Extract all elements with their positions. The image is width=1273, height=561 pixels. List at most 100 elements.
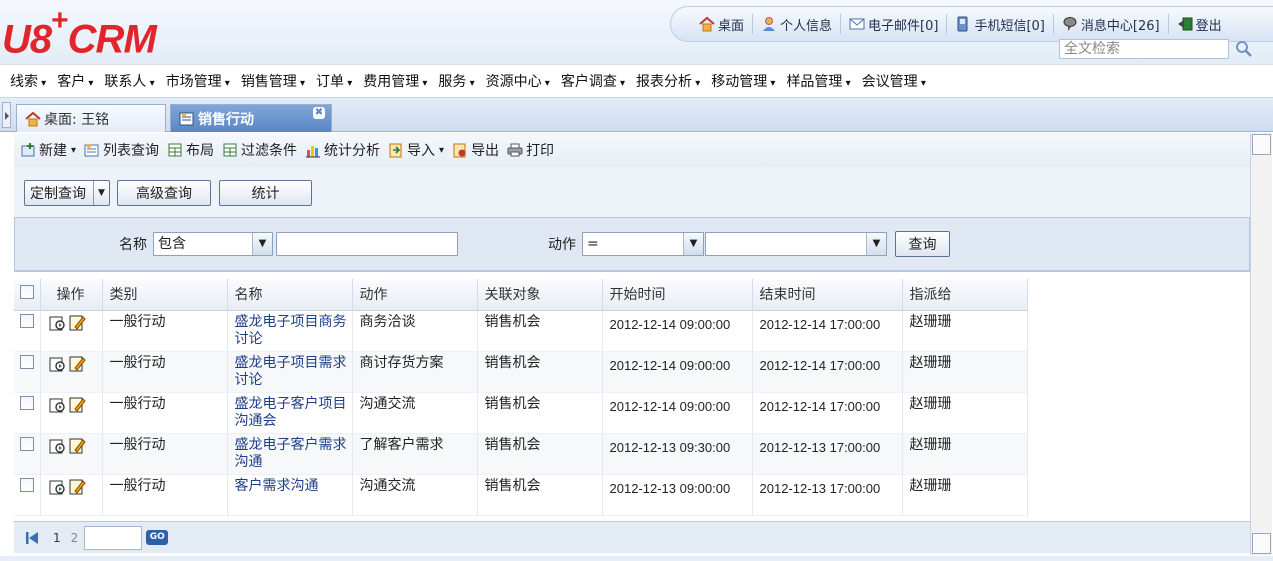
column-header-action[interactable]: 动作 <box>352 279 478 311</box>
custom-query-button[interactable]: 定制查询 ▼ <box>24 180 110 206</box>
table-row[interactable]: 一般行动 盛龙电子项目需求讨论 商讨存货方案 销售机会 2012-12-14 09:00… <box>14 351 1028 393</box>
cell-end-time: 2012-12-13 17:00:00 <box>752 474 903 516</box>
cell-end-time: 2012-12-13 17:00:00 <box>752 433 903 475</box>
row-checkbox[interactable] <box>20 313 34 328</box>
table-row[interactable]: 一般行动 盛龙电子项目商务讨论 商务洽谈 销售机会 2012-12-14 09:00:0… <box>14 310 1028 352</box>
column-header-start-time[interactable]: 开始时间 <box>602 279 753 311</box>
column-header-type[interactable]: 类别 <box>102 279 228 311</box>
tab-sales-actions[interactable]: 销售行动 ✖ <box>170 104 332 132</box>
export-icon <box>452 142 468 158</box>
action-operator-select[interactable]: = ▼ <box>582 232 704 256</box>
row-checkbox[interactable] <box>20 436 34 451</box>
view-icon[interactable] <box>49 355 66 373</box>
page-1-link[interactable]: 1 <box>53 531 61 545</box>
top-nav-email[interactable]: 电子邮件[0] <box>841 14 948 34</box>
search-icon[interactable] <box>1235 40 1253 58</box>
fulltext-search-input[interactable]: 全文检索 <box>1059 39 1229 59</box>
row-checkbox[interactable] <box>20 395 34 410</box>
cell-name[interactable]: 盛龙电子项目需求讨论 <box>227 351 353 393</box>
scroll-down-button[interactable] <box>1252 533 1271 554</box>
column-header-assignee[interactable]: 指派给 <box>902 279 1028 311</box>
top-nav-logout[interactable]: 登出 <box>1169 14 1230 34</box>
table-header-row: 操作 类别 名称 动作 关联对象 开始时间 结束时间 指派给 <box>14 279 1028 311</box>
menu-orders[interactable]: 订单 <box>316 71 352 91</box>
table-row[interactable]: 一般行动 客户需求沟通 沟通交流 销售机会 2012-12-13 09:00:00 201… <box>14 474 1028 516</box>
menu-contacts[interactable]: 联系人 <box>104 71 154 91</box>
pager: 1 2 GO <box>14 521 1250 553</box>
row-checkbox[interactable] <box>20 354 34 369</box>
menu-surveys[interactable]: 客户调查 <box>561 71 625 91</box>
home-icon <box>25 111 41 127</box>
cell-name[interactable]: 客户需求沟通 <box>227 474 353 516</box>
list-query-button[interactable]: 列表查询 <box>84 140 159 160</box>
layout-icon <box>167 142 183 158</box>
view-icon[interactable] <box>49 478 66 496</box>
query-button[interactable]: 查询 <box>895 231 950 257</box>
name-operator-select[interactable]: 包含 ▼ <box>153 232 273 256</box>
view-icon[interactable] <box>49 437 66 455</box>
menu-service[interactable]: 服务 <box>438 71 474 91</box>
top-nav-profile[interactable]: 个人信息 <box>753 14 842 34</box>
menu-sales[interactable]: 销售管理 <box>241 71 305 91</box>
edit-icon[interactable] <box>69 314 86 332</box>
column-header-name[interactable]: 名称 <box>227 279 353 311</box>
filter-conditions-button[interactable]: 过滤条件 <box>222 140 297 160</box>
statistics-query-button[interactable]: 统计 <box>219 180 312 206</box>
column-header-operation[interactable]: 操作 <box>40 279 103 311</box>
name-value-input[interactable] <box>276 232 458 256</box>
close-icon[interactable]: ✖ <box>313 107 325 119</box>
sales-action-icon <box>179 111 195 127</box>
top-nav-desktop[interactable]: 桌面 <box>691 14 754 34</box>
advanced-query-button[interactable]: 高级查询 <box>117 180 211 206</box>
view-icon[interactable] <box>49 396 66 414</box>
cell-start-time: 2012-12-14 09:00:00 <box>602 351 753 393</box>
menu-leads[interactable]: 线索 <box>10 71 46 91</box>
page-number-input[interactable] <box>84 525 143 550</box>
menu-mobile[interactable]: 移动管理 <box>711 71 775 91</box>
select-all-checkbox[interactable] <box>20 285 34 300</box>
tab-strip: 桌面: 王铭 销售行动 ✖ <box>0 98 1273 132</box>
edit-icon[interactable] <box>69 437 86 455</box>
top-nav-sms[interactable]: 手机短信[0] <box>947 14 1054 34</box>
layout-button[interactable]: 布局 <box>167 140 214 160</box>
cell-end-time: 2012-12-14 17:00:00 <box>752 310 903 352</box>
table-row[interactable]: 一般行动 盛龙电子客户需求沟通 了解客户需求 销售机会 2012-12-13 09:30… <box>14 433 1028 475</box>
chevron-down-icon[interactable]: ▼ <box>93 181 109 205</box>
cell-name[interactable]: 盛龙电子项目商务讨论 <box>227 310 353 352</box>
menu-meetings[interactable]: 会议管理 <box>862 71 926 91</box>
statistics-button[interactable]: 统计分析 <box>305 140 380 160</box>
menu-resources[interactable]: 资源中心 <box>486 71 550 91</box>
page-2-link[interactable]: 2 <box>71 531 79 545</box>
edit-icon[interactable] <box>69 355 86 373</box>
top-nav-message-center[interactable]: 消息中心[26] <box>1054 14 1169 34</box>
column-header-related[interactable]: 关联对象 <box>477 279 603 311</box>
chevron-down-icon: ▼ <box>252 233 272 255</box>
menu-customers[interactable]: 客户 <box>57 71 93 91</box>
print-button[interactable]: 打印 <box>507 140 554 160</box>
cell-name[interactable]: 盛龙电子客户项目沟通会 <box>227 392 353 434</box>
menu-reports[interactable]: 报表分析 <box>636 71 700 91</box>
view-icon[interactable] <box>49 314 66 332</box>
row-checkbox[interactable] <box>20 477 34 492</box>
collapse-arrow-icon[interactable] <box>2 102 11 128</box>
cell-start-time: 2012-12-14 09:00:00 <box>602 310 753 352</box>
column-header-end-time[interactable]: 结束时间 <box>752 279 903 311</box>
edit-icon[interactable] <box>69 396 86 414</box>
export-button[interactable]: 导出 <box>452 140 499 160</box>
edit-icon[interactable] <box>69 478 86 496</box>
menu-expenses[interactable]: 费用管理 <box>363 71 427 91</box>
cell-name[interactable]: 盛龙电子客户需求沟通 <box>227 433 353 475</box>
menu-samples[interactable]: 样品管理 <box>786 71 850 91</box>
tab-desktop[interactable]: 桌面: 王铭 <box>16 104 166 132</box>
chevron-down-icon: ▼ <box>683 233 703 255</box>
go-button[interactable]: GO <box>146 530 169 545</box>
logout-icon <box>1177 16 1193 32</box>
menu-marketing[interactable]: 市场管理 <box>166 71 230 91</box>
import-button[interactable]: 导入 <box>388 140 444 160</box>
new-button[interactable]: 新建 <box>20 140 76 160</box>
scroll-up-button[interactable] <box>1252 134 1271 155</box>
first-page-icon[interactable] <box>24 530 40 546</box>
action-value-select[interactable]: ▼ <box>705 232 887 256</box>
table-row[interactable]: 一般行动 盛龙电子客户项目沟通会 沟通交流 销售机会 2012-12-14 09:00:… <box>14 392 1028 434</box>
vertical-scrollbar[interactable] <box>1250 133 1272 555</box>
